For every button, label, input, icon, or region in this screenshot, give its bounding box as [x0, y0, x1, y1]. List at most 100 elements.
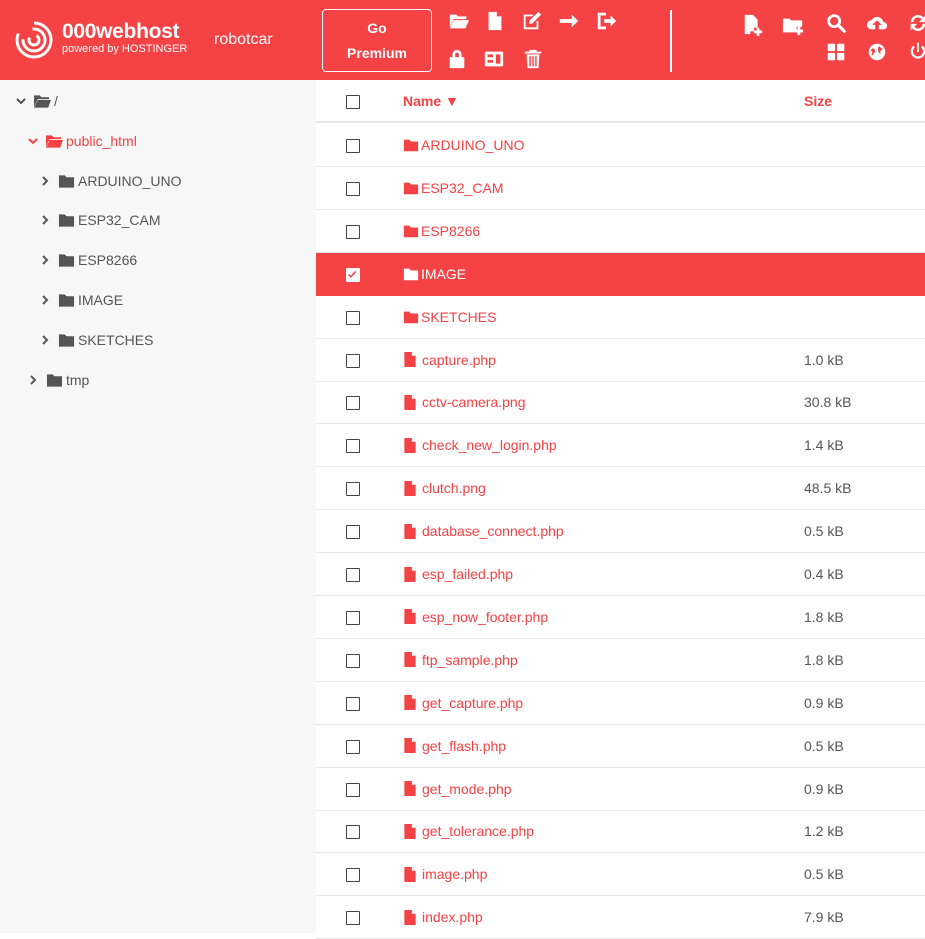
file-row[interactable]: clutch.png 48.5 kB: [316, 467, 925, 511]
folder-icon: [58, 293, 76, 307]
chevron-right-icon[interactable]: [38, 253, 52, 267]
file-name-link[interactable]: clutch.png: [403, 480, 486, 496]
file-name-link[interactable]: get_flash.php: [403, 738, 506, 754]
chevron-right-icon[interactable]: [38, 333, 52, 347]
go-premium-button[interactable]: Go Premium: [322, 9, 432, 72]
row-checkbox[interactable]: [346, 568, 360, 582]
file-name-link[interactable]: esp_now_footer.php: [403, 609, 548, 625]
file-row[interactable]: ftp_sample.php 1.8 kB: [316, 639, 925, 682]
row-checkbox[interactable]: [346, 482, 360, 497]
trash-icon[interactable]: [520, 46, 546, 72]
folder-icon: [46, 373, 64, 387]
row-checkbox[interactable]: [346, 696, 360, 711]
row-checkbox[interactable]: [346, 868, 360, 883]
lock-icon[interactable]: [444, 46, 470, 72]
row-checkbox[interactable]: [346, 782, 360, 797]
file-row[interactable]: get_capture.php 0.9 kB: [316, 682, 925, 725]
row-checkbox[interactable]: [346, 267, 360, 282]
file-row[interactable]: get_tolerance.php 1.2 kB: [316, 810, 925, 854]
archive-icon[interactable]: [481, 46, 507, 72]
row-checkbox[interactable]: [346, 911, 360, 926]
row-checkbox[interactable]: [346, 525, 360, 540]
file-name-link[interactable]: database_connect.php: [403, 523, 564, 539]
row-checkbox[interactable]: [346, 739, 360, 754]
chevron-right-icon[interactable]: [38, 293, 52, 307]
file-icon: [404, 609, 416, 625]
folder-row[interactable]: ARDUINO_UNO: [316, 124, 925, 167]
brand[interactable]: 000webhost powered by HOSTINGER: [62, 21, 187, 56]
size-column-header[interactable]: Size: [804, 93, 832, 109]
file-row[interactable]: esp_now_footer.php 1.8 kB: [316, 596, 925, 639]
edit-icon[interactable]: [519, 8, 545, 34]
row-checkbox[interactable]: [346, 396, 360, 411]
folder-name-link[interactable]: SKETCHES: [403, 309, 496, 325]
tree-item-esp32-cam[interactable]: ESP32_CAM: [38, 209, 160, 231]
tree-item-esp8266[interactable]: ESP8266: [38, 249, 137, 271]
folder-row[interactable]: ESP32_CAM: [316, 167, 925, 210]
tree-item-image[interactable]: IMAGE: [38, 289, 123, 311]
file-row[interactable]: check_new_login.php 1.4 kB: [316, 424, 925, 468]
item-size: 0.9 kB: [804, 780, 844, 797]
chevron-down-icon[interactable]: [26, 134, 40, 148]
row-checkbox[interactable]: [346, 825, 360, 840]
open-folder-icon[interactable]: [446, 8, 472, 34]
tree-label: SKETCHES: [78, 332, 154, 348]
file-name-link[interactable]: index.php: [403, 909, 483, 925]
chevron-right-icon[interactable]: [38, 174, 52, 188]
tree-item-arduino-uno[interactable]: ARDUINO_UNO: [38, 170, 181, 192]
select-all-checkbox[interactable]: [346, 95, 360, 109]
folder-name-link[interactable]: ESP8266: [403, 223, 480, 239]
row-checkbox[interactable]: [346, 139, 360, 153]
power-icon[interactable]: [905, 39, 925, 65]
file-row[interactable]: cctv-camera.png 30.8 kB: [316, 381, 925, 425]
file-name-link[interactable]: esp_failed.php: [403, 566, 513, 582]
item-size: 0.4 kB: [804, 566, 844, 582]
logout-icon[interactable]: [593, 8, 619, 34]
file-name-link[interactable]: capture.php: [403, 352, 496, 368]
file-name-link[interactable]: ftp_sample.php: [403, 652, 518, 668]
grid-view-icon[interactable]: [823, 39, 849, 65]
file-row[interactable]: image.php 0.5 kB: [316, 853, 925, 897]
folder-name-link[interactable]: ARDUINO_UNO: [403, 137, 524, 153]
upload-cloud-icon[interactable]: [864, 10, 890, 36]
tree-item-sketches[interactable]: SKETCHES: [38, 329, 153, 351]
file-name-link[interactable]: check_new_login.php: [403, 437, 557, 453]
file-name-link[interactable]: get_tolerance.php: [403, 823, 534, 839]
row-checkbox[interactable]: [346, 310, 360, 325]
file-name-link[interactable]: cctv-camera.png: [403, 394, 525, 410]
new-folder-icon[interactable]: [780, 12, 806, 38]
name-column-header[interactable]: Name ▼: [403, 93, 459, 109]
globe-icon[interactable]: [864, 39, 890, 65]
move-arrow-icon[interactable]: [556, 8, 582, 34]
tree-root[interactable]: /: [14, 90, 58, 112]
chevron-down-icon[interactable]: [14, 94, 28, 108]
chevron-right-icon[interactable]: [38, 213, 52, 227]
file-name-link[interactable]: get_capture.php: [403, 695, 523, 711]
tree-item-public-html[interactable]: public_html: [26, 130, 137, 152]
row-checkbox[interactable]: [346, 224, 360, 239]
file-name-link[interactable]: get_mode.php: [403, 781, 512, 797]
file-row[interactable]: capture.php 1.0 kB: [316, 339, 925, 382]
folder-row[interactable]: SKETCHES: [316, 296, 925, 339]
file-row[interactable]: get_flash.php 0.5 kB: [316, 725, 925, 768]
file-row[interactable]: database_connect.php 0.5 kB: [316, 510, 925, 554]
file-row[interactable]: get_mode.php 0.9 kB: [316, 768, 925, 811]
file-name-link[interactable]: image.php: [403, 866, 487, 882]
row-checkbox[interactable]: [346, 181, 360, 196]
folder-row[interactable]: IMAGE: [316, 252, 925, 296]
tree-item-tmp[interactable]: tmp: [26, 369, 89, 391]
row-checkbox[interactable]: [346, 653, 360, 668]
new-file-icon[interactable]: [740, 12, 766, 38]
search-icon[interactable]: [823, 10, 849, 36]
file-row[interactable]: esp_failed.php 0.4 kB: [316, 553, 925, 596]
folder-name-link[interactable]: ESP32_CAM: [403, 180, 503, 196]
refresh-icon[interactable]: [905, 10, 925, 36]
file-icon[interactable]: [482, 8, 508, 34]
folder-row[interactable]: ESP8266: [316, 210, 925, 253]
item-size: 0.5 kB: [804, 737, 844, 754]
row-checkbox[interactable]: [346, 353, 360, 368]
chevron-right-icon[interactable]: [26, 373, 40, 387]
row-checkbox[interactable]: [346, 439, 360, 454]
row-checkbox[interactable]: [346, 610, 360, 625]
folder-name-link[interactable]: IMAGE: [403, 266, 466, 282]
